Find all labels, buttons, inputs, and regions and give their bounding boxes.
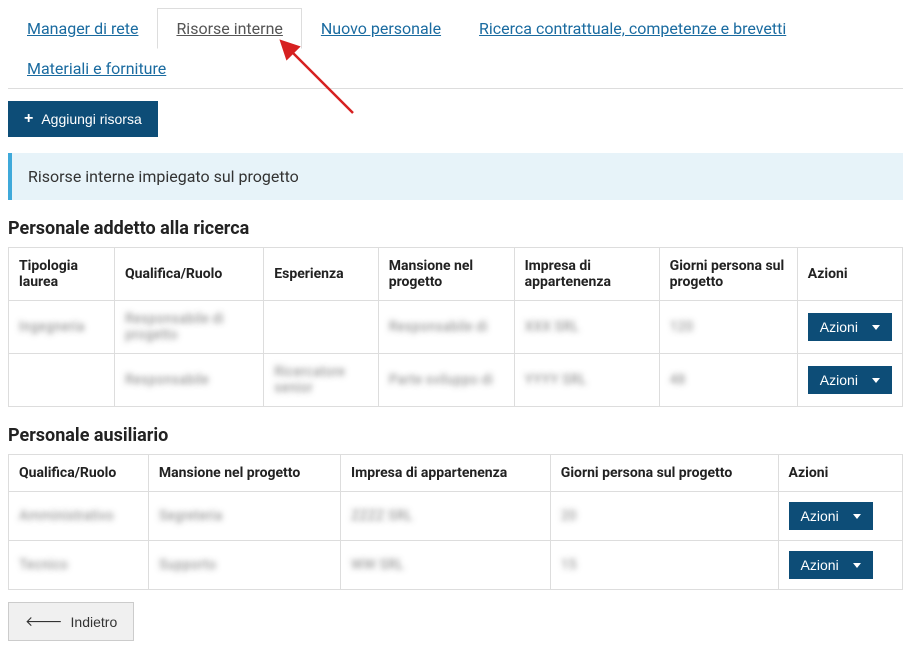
tab-materiali-forniture[interactable]: Materiali e forniture	[8, 48, 185, 89]
cell-value: Supporto	[159, 557, 216, 573]
cell-value: YYYY SRL	[525, 372, 587, 388]
col-qualifica-ruolo: Qualifica/Ruolo	[114, 248, 263, 301]
col-azioni: Azioni	[797, 248, 902, 301]
cell-value: Ingegneria	[19, 319, 85, 335]
section-title-research-staff: Personale addetto alla ricerca	[8, 218, 903, 239]
col-mansione: Mansione nel progetto	[148, 455, 340, 492]
table-row: Ingegneria Responsabile di progetto Resp…	[9, 301, 903, 354]
cell-value: Segreteria	[159, 508, 222, 524]
cell-value: 15	[561, 557, 577, 573]
col-azioni: Azioni	[778, 455, 902, 492]
row-actions-button[interactable]: Azioni	[789, 502, 873, 530]
actions-label: Azioni	[801, 508, 839, 524]
table-row: Tecnico Supporto WW SRL 15 Azioni	[9, 541, 903, 590]
table-row: Responsabile Ricercatore senior Parte sv…	[9, 354, 903, 407]
toolbar: + Aggiungi risorsa	[8, 101, 903, 137]
tab-nuovo-personale[interactable]: Nuovo personale	[302, 8, 460, 49]
actions-label: Azioni	[801, 557, 839, 573]
chevron-down-icon	[872, 325, 880, 330]
col-impresa: Impresa di appartenenza	[514, 248, 659, 301]
chevron-down-icon	[872, 378, 880, 383]
cell-value: ZZZZ SRL	[351, 508, 413, 524]
tabs-bar: Manager di rete Risorse interne Nuovo pe…	[8, 8, 903, 89]
cell-value: Tecnico	[19, 557, 68, 573]
tab-manager-di-rete[interactable]: Manager di rete	[8, 8, 157, 49]
chevron-down-icon	[853, 514, 861, 519]
cell-value: 20	[561, 508, 577, 524]
auxiliary-staff-table: Qualifica/Ruolo Mansione nel progetto Im…	[8, 454, 903, 590]
col-giorni-persona: Giorni persona sul progetto	[550, 455, 778, 492]
plus-icon: +	[24, 111, 33, 127]
back-label: Indietro	[71, 614, 118, 630]
actions-label: Azioni	[820, 372, 858, 388]
table-row: Amministrativo Segreteria ZZZZ SRL 20 Az…	[9, 492, 903, 541]
cell-value: Amministrativo	[19, 508, 114, 524]
col-impresa: Impresa di appartenenza	[341, 455, 551, 492]
cell-value: Responsabile di	[389, 319, 488, 335]
col-qualifica-ruolo: Qualifica/Ruolo	[9, 455, 149, 492]
cell-value: 120	[670, 319, 694, 335]
col-esperienza: Esperienza	[264, 248, 378, 301]
footer: 🡐 Indietro	[8, 602, 903, 641]
row-actions-button[interactable]: Azioni	[789, 551, 873, 579]
arrow-left-icon: 🡐	[25, 613, 63, 630]
cell-value: Responsabile	[125, 372, 209, 388]
actions-label: Azioni	[820, 319, 858, 335]
cell-value: Responsabile di progetto	[125, 311, 224, 343]
cell-value: WW SRL	[351, 557, 404, 573]
add-resource-button[interactable]: + Aggiungi risorsa	[8, 101, 158, 137]
cell-value: Parte sviluppo di	[389, 372, 493, 388]
back-button[interactable]: 🡐 Indietro	[8, 602, 134, 641]
row-actions-button[interactable]: Azioni	[808, 366, 892, 394]
cell-value: XXX SRL	[525, 319, 579, 335]
chevron-down-icon	[853, 563, 861, 568]
tab-risorse-interne[interactable]: Risorse interne	[157, 8, 301, 49]
info-banner: Risorse interne impiegato sul progetto	[8, 153, 903, 200]
add-resource-label: Aggiungi risorsa	[41, 111, 141, 127]
cell-value: Ricercatore senior	[274, 364, 345, 396]
research-staff-table: Tipologia laurea Qualifica/Ruolo Esperie…	[8, 247, 903, 407]
row-actions-button[interactable]: Azioni	[808, 313, 892, 341]
col-tipologia-laurea: Tipologia laurea	[9, 248, 115, 301]
cell-value: 48	[670, 372, 686, 388]
tab-ricerca-contrattuale[interactable]: Ricerca contrattuale, competenze e breve…	[460, 8, 805, 49]
col-mansione: Mansione nel progetto	[378, 248, 514, 301]
col-giorni-persona: Giorni persona sul progetto	[659, 248, 797, 301]
section-title-auxiliary-staff: Personale ausiliario	[8, 425, 903, 446]
